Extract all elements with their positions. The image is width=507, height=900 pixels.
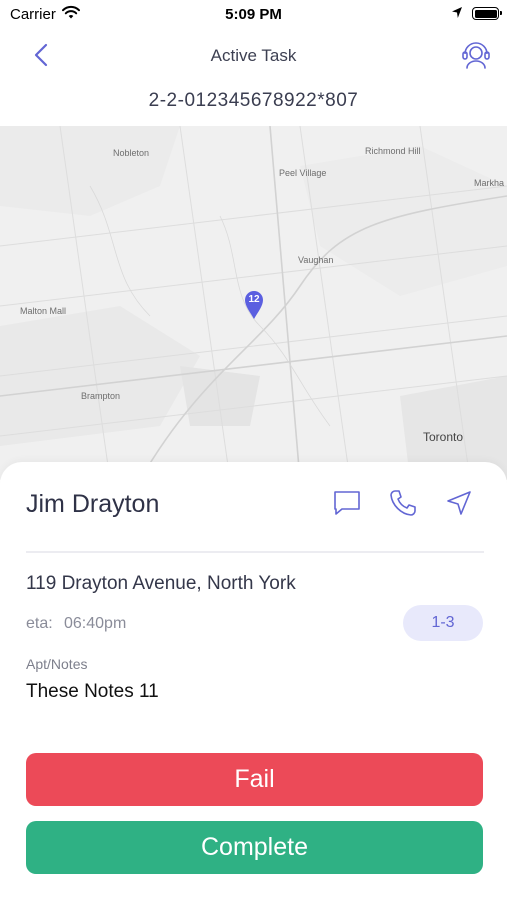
support-button[interactable] [458, 38, 494, 74]
status-bar: Carrier 5:09 PM [0, 0, 507, 28]
message-button[interactable] [332, 488, 362, 518]
eta-label: eta: [26, 615, 53, 632]
map-label-vaughan: Vaughan [298, 255, 334, 265]
map-label-richmond-hill: Richmond Hill [365, 146, 421, 156]
location-arrow-icon [451, 6, 463, 24]
stop-marker-number: 12 [248, 294, 260, 305]
headset-support-icon [462, 42, 490, 69]
map-label-brampton: Brampton [81, 391, 121, 401]
clock: 5:09 PM [225, 6, 282, 23]
message-icon [334, 491, 360, 515]
task-card: Jim Drayton 119 Drayton Avenue, North Yo… [0, 462, 507, 900]
page-title: Active Task [210, 46, 297, 65]
address: 119 Drayton Avenue, North York [26, 573, 296, 594]
complete-button[interactable]: Complete [26, 821, 483, 874]
phone-icon [390, 490, 416, 516]
battery-icon [472, 7, 502, 20]
customer-name: Jim Drayton [26, 490, 160, 518]
map-label-toronto: Toronto [423, 430, 464, 444]
eta-value: 06:40pm [64, 615, 127, 632]
map-label-nobleton: Nobleton [113, 148, 150, 158]
stop-badge: 1-3 [403, 605, 483, 641]
stop-marker[interactable]: 12 [244, 290, 264, 320]
fail-button[interactable]: Fail [26, 753, 483, 806]
map-label-peel-village: Peel Village [279, 168, 327, 178]
navigate-icon [447, 491, 471, 515]
divider [26, 551, 484, 553]
notes-label: Apt/Notes [26, 656, 88, 672]
task-id: 2-2-012345678922*807 [148, 90, 359, 111]
map-view[interactable]: Nobleton Richmond Hill Peel Village Mark… [0, 126, 507, 480]
map-label-malton-mall: Malton Mall [20, 306, 67, 316]
call-button[interactable] [388, 488, 418, 518]
map-label-markha: Markha [474, 178, 505, 188]
navigate-button[interactable] [444, 488, 474, 518]
notes-value: These Notes 11 [26, 681, 159, 702]
